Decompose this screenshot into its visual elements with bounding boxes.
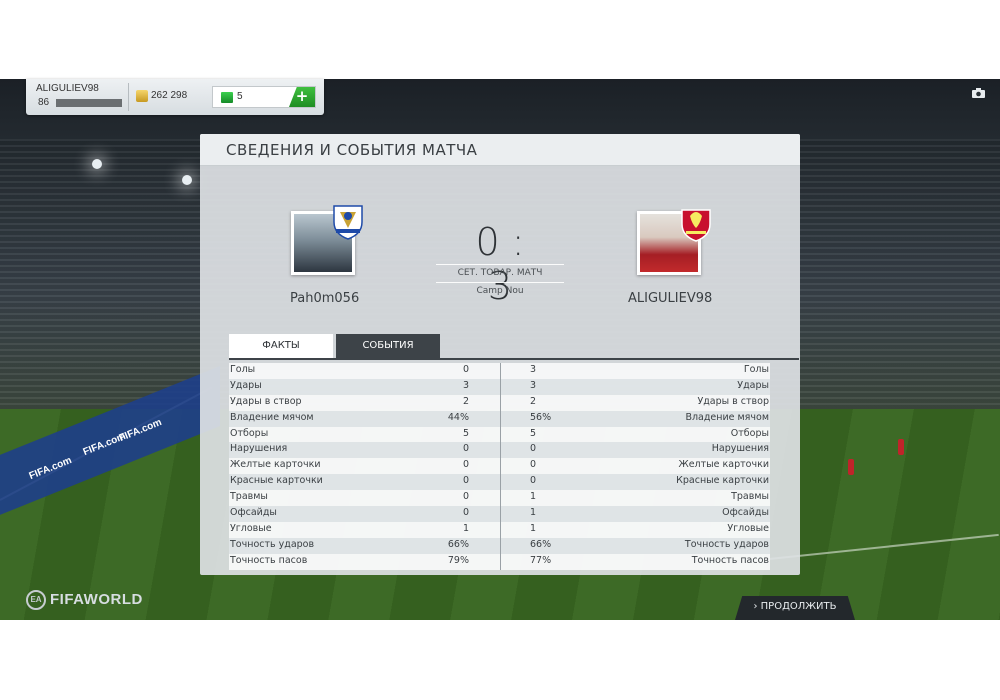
stat-value-home: 2 xyxy=(462,395,469,407)
stat-label-home: Травмы xyxy=(230,491,268,503)
stat-value-home: 0 xyxy=(462,491,469,503)
xp-progress-bar xyxy=(56,99,122,107)
stat-label-away: Отборы xyxy=(730,427,769,439)
coins-icon xyxy=(136,90,148,102)
home-team-name: Pah0m056 xyxy=(290,291,360,306)
username: ALIGULIEV98 xyxy=(36,83,99,94)
stat-label-away: Владение мячом xyxy=(685,411,769,423)
floodlight xyxy=(92,159,102,169)
stat-value-away: 0 xyxy=(530,459,537,471)
continue-button[interactable]: › ПРОДОЛЖИТЬ xyxy=(735,596,855,620)
stat-label-away: Красные карточки xyxy=(676,475,769,487)
stat-label-home: Угловые xyxy=(230,522,272,534)
stat-value-home: 79% xyxy=(447,554,469,566)
stat-value-away: 66% xyxy=(530,538,552,550)
tab-underline xyxy=(229,358,799,360)
stat-label-away: Угловые xyxy=(727,522,769,534)
stat-label-home: Точность ударов xyxy=(230,538,315,550)
stat-value-home: 0 xyxy=(462,364,469,375)
stat-label-away: Удары xyxy=(737,379,769,391)
stat-value-home: 5 xyxy=(462,427,469,439)
stat-value-away: 77% xyxy=(530,554,552,566)
stat-label-away: Голы xyxy=(743,364,769,375)
stat-value-away: 5 xyxy=(530,427,537,439)
level-number: 86 xyxy=(38,97,50,108)
stat-label-home: Владение мячом xyxy=(230,411,314,423)
continue-label: ПРОДОЛЖИТЬ xyxy=(760,601,837,612)
match-facts-panel: СВЕДЕНИЯ И СОБЫТИЯ МАТЧА Pah0m056 0 : 3 … xyxy=(200,134,800,575)
stat-value-away: 3 xyxy=(530,364,537,375)
match-type: СЕТ. ТОВАР. МАТЧ xyxy=(457,268,543,278)
stat-value-home: 0 xyxy=(462,475,469,487)
stat-label-home: Точность пасов xyxy=(230,554,308,566)
away-club-badge-icon xyxy=(681,209,711,242)
stat-value-away: 1 xyxy=(530,507,537,519)
stat-value-home: 0 xyxy=(462,507,469,519)
camera-icon[interactable] xyxy=(972,88,985,98)
stat-value-away: 0 xyxy=(530,443,537,455)
stat-label-away: Офсайды xyxy=(722,507,769,519)
stat-label-home: Голы xyxy=(230,364,256,375)
stats-table: Голы 0 3 Голы Удары 3 3 Удары Удары в створ 2 2 Уда… xyxy=(229,363,770,570)
ea-logo-icon: EA xyxy=(26,590,46,610)
coins-value: 262 298 xyxy=(151,90,188,101)
divider xyxy=(128,83,129,111)
stadium-name: Camp Nou xyxy=(476,286,524,296)
tab-facts[interactable]: ФАКТЫ xyxy=(229,334,333,358)
stat-value-home: 66% xyxy=(447,538,469,550)
panel-header: СВЕДЕНИЯ И СОБЫТИЯ МАТЧА xyxy=(200,134,800,166)
stat-label-home: Удары xyxy=(230,379,262,391)
chevron-right-icon: › xyxy=(753,601,758,612)
stat-value-away: 56% xyxy=(530,411,552,423)
divider xyxy=(436,264,564,265)
home-club-badge-icon xyxy=(333,205,363,240)
stat-label-away: Желтые карточки xyxy=(678,459,769,471)
stat-label-home: Желтые карточки xyxy=(230,459,321,471)
stat-label-away: Точность пасов xyxy=(691,554,769,566)
stat-label-away: Нарушения xyxy=(711,443,769,455)
stat-label-home: Отборы xyxy=(230,427,269,439)
stat-value-home: 3 xyxy=(462,379,469,391)
stat-value-away: 2 xyxy=(530,395,537,407)
divider xyxy=(436,282,564,283)
fifa-points-icon xyxy=(221,92,233,103)
points-box: 5 + xyxy=(212,86,316,108)
currency-bar: ALIGULIEV98 86 262 298 5 + xyxy=(26,79,324,115)
player-figure xyxy=(898,439,904,455)
stat-value-home: 0 xyxy=(462,459,469,471)
player-figure xyxy=(848,459,854,475)
stat-label-home: Офсайды xyxy=(230,507,277,519)
points-value: 5 xyxy=(237,91,243,102)
stat-label-away: Точность ударов xyxy=(684,538,769,550)
stat-label-home: Удары в створ xyxy=(230,395,302,407)
stats-center-divider xyxy=(500,363,501,570)
stat-value-home: 0 xyxy=(462,443,469,455)
fifaworld-logo-text: FIFAWORLD xyxy=(50,591,143,608)
stat-label-home: Красные карточки xyxy=(230,475,323,487)
tab-events[interactable]: СОБЫТИЯ xyxy=(336,334,440,358)
stat-value-away: 0 xyxy=(530,475,537,487)
floodlight xyxy=(182,175,192,185)
stat-value-away: 3 xyxy=(530,379,537,391)
away-team-name: ALIGULIEV98 xyxy=(628,291,713,306)
stat-value-home: 44% xyxy=(447,411,469,423)
stat-label-home: Нарушения xyxy=(230,443,288,455)
panel-title: СВЕДЕНИЯ И СОБЫТИЯ МАТЧА xyxy=(226,141,478,159)
stat-label-away: Травмы xyxy=(731,491,769,503)
add-points-button[interactable]: + xyxy=(289,87,315,107)
stat-value-home: 1 xyxy=(462,522,469,534)
stat-value-away: 1 xyxy=(530,491,537,503)
stat-label-away: Удары в створ xyxy=(697,395,769,407)
stat-value-away: 1 xyxy=(530,522,537,534)
